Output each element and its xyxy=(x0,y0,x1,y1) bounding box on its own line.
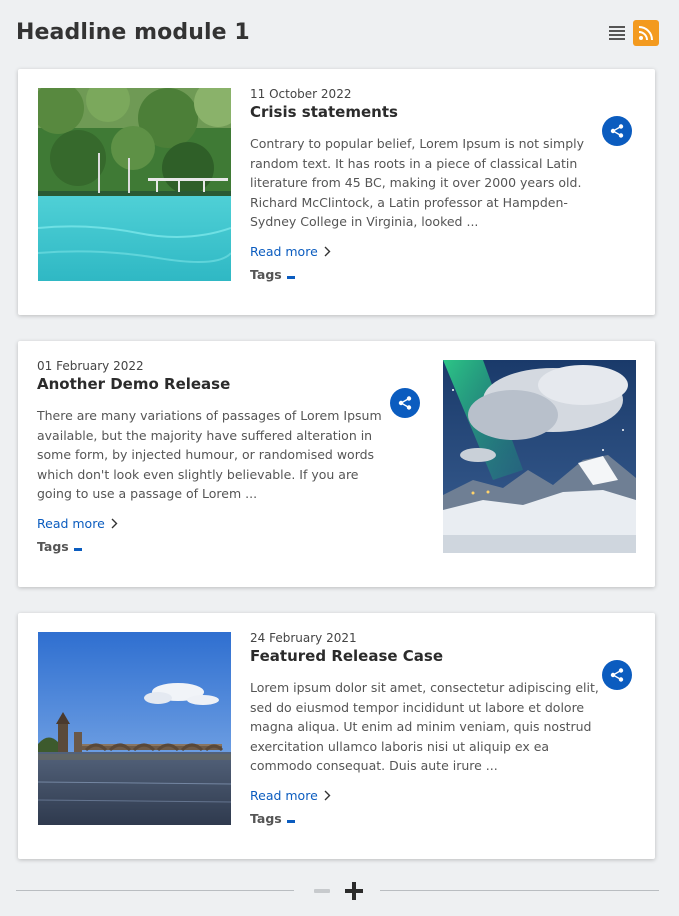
read-more-label: Read more xyxy=(37,515,105,531)
article-image-river[interactable] xyxy=(38,88,231,281)
header-actions xyxy=(609,20,659,46)
share-button[interactable] xyxy=(602,660,632,690)
article-excerpt: There are many variations of passages of… xyxy=(37,408,382,501)
share-button[interactable] xyxy=(390,388,420,418)
tags: Tags xyxy=(250,267,610,282)
article-image-aurora[interactable] xyxy=(443,360,636,553)
share-icon xyxy=(610,124,624,138)
article-card: 24 February 2021 Featured Release Case L… xyxy=(18,613,655,859)
module-title: Headline module 1 xyxy=(16,20,250,45)
read-more-link[interactable]: Read more xyxy=(250,788,331,803)
load-more-control xyxy=(16,876,659,906)
tags: Tags xyxy=(37,539,397,554)
article-title[interactable]: Crisis statements xyxy=(250,103,610,121)
article-date: 11 October 2022 xyxy=(250,87,352,101)
article-card: 01 February 2022 Another Demo Release Th… xyxy=(18,341,655,587)
article-excerpt: Contrary to popular belief, Lorem Ipsum … xyxy=(250,136,584,229)
tags: Tags xyxy=(250,811,610,826)
tag-indicator[interactable] xyxy=(286,275,295,279)
rss-feed-button[interactable] xyxy=(633,20,659,46)
article-title[interactable]: Another Demo Release xyxy=(37,375,397,393)
module-header: Headline module 1 xyxy=(16,18,659,50)
tags-label: Tags xyxy=(250,810,282,826)
divider-right xyxy=(380,890,659,891)
tag-indicator[interactable] xyxy=(286,819,295,823)
tag-indicator[interactable] xyxy=(73,547,82,551)
read-more-link[interactable]: Read more xyxy=(37,516,118,531)
chevron-right-icon xyxy=(111,518,118,529)
article-text: 01 February 2022 Another Demo Release Th… xyxy=(37,358,397,554)
article-image-bridge[interactable] xyxy=(38,632,231,825)
show-more-button[interactable] xyxy=(345,882,363,900)
list-view-icon[interactable] xyxy=(609,26,625,40)
share-button[interactable] xyxy=(602,116,632,146)
article-date: 01 February 2022 xyxy=(37,359,144,373)
tags-label: Tags xyxy=(37,538,69,554)
chevron-right-icon xyxy=(324,246,331,257)
share-icon xyxy=(610,668,624,682)
read-more-label: Read more xyxy=(250,243,318,259)
read-more-link[interactable]: Read more xyxy=(250,244,331,259)
article-excerpt: Lorem ipsum dolor sit amet, consectetur … xyxy=(250,680,599,773)
divider-left xyxy=(16,890,294,891)
chevron-right-icon xyxy=(324,790,331,801)
share-icon xyxy=(398,396,412,410)
rss-icon xyxy=(638,26,653,41)
read-more-label: Read more xyxy=(250,787,318,803)
article-card: 11 October 2022 Crisis statements Contra… xyxy=(18,69,655,315)
article-text: 24 February 2021 Featured Release Case L… xyxy=(250,630,610,826)
article-text: 11 October 2022 Crisis statements Contra… xyxy=(250,86,610,282)
show-less-button[interactable] xyxy=(314,889,330,893)
article-title[interactable]: Featured Release Case xyxy=(250,647,610,665)
article-date: 24 February 2021 xyxy=(250,631,357,645)
tags-label: Tags xyxy=(250,266,282,282)
